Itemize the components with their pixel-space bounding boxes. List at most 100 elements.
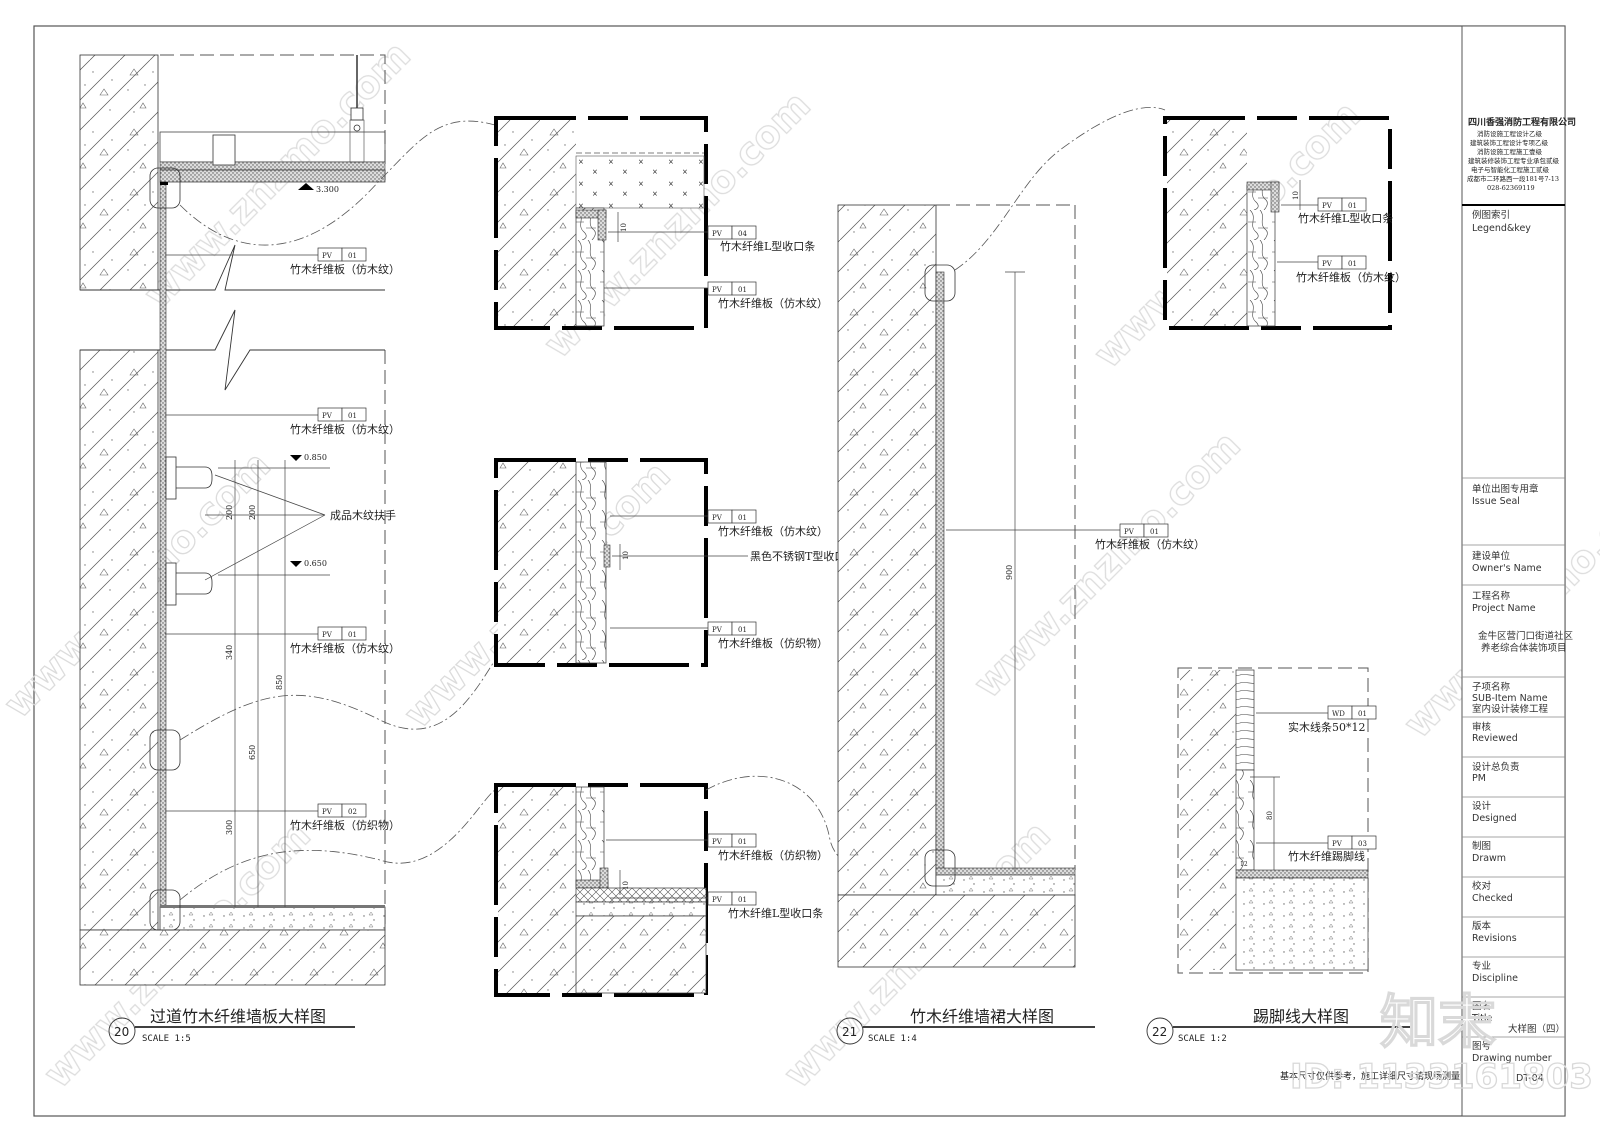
svg-text:PV: PV [712,896,723,904]
svg-text:SCALE 1:5: SCALE 1:5 [142,1034,191,1044]
svg-text:竹木纤维板（仿木纹）: 竹木纤维板（仿木纹） [718,296,828,310]
svg-text:PV: PV [712,286,723,294]
qualification-lines: 消防设施工程设计乙级 建筑装饰工程设计专项乙级 消防设施工程施工壹级 建筑装修装… [1467,129,1560,192]
detail-title-22: 22 踢脚线大样图 SCALE 1:2 [1146,1007,1410,1045]
svg-text:Designed: Designed [1472,813,1517,824]
svg-text:竹木纤维L型收口条: 竹木纤维L型收口条 [728,906,823,920]
svg-text:消防设施工程施工壹级: 消防设施工程施工壹级 [1477,147,1543,156]
svg-text:版本: 版本 [1472,920,1492,932]
svg-text:PV: PV [712,838,723,846]
svg-text:PV: PV [712,514,723,522]
svg-text:竹木纤维板（仿木纹）: 竹木纤维板（仿木纹） [1296,270,1406,284]
title-block: 四川香强消防工程有限公司 消防设施工程设计乙级 建筑装饰工程设计专项乙级 消防设… [1461,25,1576,1117]
svg-text:01: 01 [1348,202,1357,210]
dim-850: 850 [275,675,284,690]
svg-text:竹木纤维板（仿木纹）: 竹木纤维板（仿木纹） [290,641,400,655]
dim-650: 650 [248,745,257,760]
svg-text:专业: 专业 [1472,960,1491,972]
drawing-title: 大样图（四） [1508,1023,1565,1035]
svg-text:Reviewed: Reviewed [1472,733,1518,744]
dim-900: 900 [1005,565,1014,580]
svg-text:竹木纤维板（仿木纹）: 竹木纤维板（仿木纹） [290,422,400,436]
tag-pv01: PV 01 竹木纤维板（仿木纹） [290,247,400,276]
svg-text:Revisions: Revisions [1472,933,1517,944]
svg-text:竹木纤维板（仿织物）: 竹木纤维板（仿织物） [290,818,400,832]
svg-text:20: 20 [114,1025,129,1039]
svg-text:01: 01 [738,514,747,522]
svg-text:01: 01 [348,412,357,420]
cad-drawing-sheet: × × www.znzmo.com www.znzmo.com www.znzm… [0,25,1600,1117]
dim-200: 200 [248,505,257,520]
svg-text:21: 21 [842,1025,857,1039]
svg-text:03: 03 [1358,840,1367,848]
svg-text:工程名称: 工程名称 [1472,590,1511,602]
svg-text:竹木纤维板（仿木纹）: 竹木纤维板（仿木纹） [290,262,400,276]
svg-text:实木线条50*12: 实木线条50*12 [1288,720,1366,734]
tag-pv01: PV 01 竹木纤维板（仿木纹） [290,626,400,655]
svg-text:消防设施工程设计乙级: 消防设施工程设计乙级 [1477,129,1543,138]
svg-text:PV: PV [1124,528,1135,536]
svg-text:校对: 校对 [1472,880,1492,892]
svg-text:028-62369119: 028-62369119 [1487,184,1535,192]
handrail-label: 成品木纹扶手 [330,508,396,522]
enlarged-detail-middle: 10 PV 01 竹木纤维板（仿木纹） 黑色不锈钢T型收口条 PV 01 竹木纤… [494,458,856,667]
dim-200: 200 [225,505,234,520]
svg-text:Checked: Checked [1472,893,1513,904]
svg-text:PV: PV [1322,202,1333,210]
svg-text:Issue Seal: Issue Seal [1472,496,1520,507]
svg-text:单位出图专用章: 单位出图专用章 [1472,483,1539,495]
svg-text:建筑装饰工程设计专项乙级: 建筑装饰工程设计专项乙级 [1470,138,1549,147]
svg-text:制图: 制图 [1472,840,1491,852]
svg-text:01: 01 [738,626,747,634]
dim-340: 340 [225,645,234,660]
svg-text:子项名称: 子项名称 [1472,681,1511,693]
svg-text:设计: 设计 [1472,800,1492,812]
ceiling-level: 3.300 [316,185,339,194]
svg-text:竹木纤维L型收口条: 竹木纤维L型收口条 [720,239,815,253]
svg-text:Owner's Name: Owner's Name [1472,563,1542,574]
svg-text:例图索引: 例图索引 [1472,209,1510,221]
id-watermark: ID: 1133161803 [1290,1057,1593,1097]
company-name: 四川香强消防工程有限公司 [1468,116,1576,128]
svg-text:01: 01 [738,286,747,294]
project-name-line1: 金牛区营门口街道社区 [1478,630,1574,642]
svg-text:01: 01 [1150,528,1159,536]
svg-text:竹木纤维板（仿木纹）: 竹木纤维板（仿木纹） [718,524,828,538]
svg-text:Legend&key: Legend&key [1472,223,1531,234]
svg-text:01: 01 [738,896,747,904]
dim-300: 300 [225,820,234,835]
svg-text:10: 10 [620,223,628,232]
svg-text:PV: PV [322,252,333,260]
brand-watermark: 知末 [1380,988,1496,1056]
svg-text:04: 04 [738,230,747,238]
svg-text:02: 02 [348,808,357,816]
dim-12: 12 [1240,861,1248,868]
svg-text:审核: 审核 [1472,721,1492,733]
svg-text:10: 10 [622,551,630,560]
svg-text:电子与智能化工程施工贰级: 电子与智能化工程施工贰级 [1471,165,1550,174]
svg-text:过道竹木纤维墙板大样图: 过道竹木纤维墙板大样图 [150,1007,326,1026]
handrail-bottom-level: 0.650 [304,559,327,568]
svg-text:PV: PV [322,808,333,816]
handrail-top-level: 0.850 [304,453,327,462]
svg-text:PV: PV [322,412,333,420]
svg-text:10: 10 [622,881,630,890]
svg-text:设计总负责: 设计总负责 [1472,761,1520,773]
svg-text:Project Name: Project Name [1472,603,1536,614]
svg-text:SCALE 1:2: SCALE 1:2 [1178,1034,1227,1044]
svg-text:竹木纤维墙裙大样图: 竹木纤维墙裙大样图 [910,1007,1054,1026]
svg-text:01: 01 [1358,710,1367,718]
svg-text:01: 01 [1348,260,1357,268]
tag-pv02: PV 02 竹木纤维板（仿织物） [290,803,400,832]
svg-text:竹木纤维踢脚线: 竹木纤维踢脚线 [1288,849,1365,863]
svg-text:PV: PV [1332,840,1343,848]
svg-text:01: 01 [348,252,357,260]
svg-text:PV: PV [712,626,723,634]
svg-text:竹木纤维板（仿织物）: 竹木纤维板（仿织物） [718,848,828,862]
project-name-line2: 养老综合体装饰项目 [1481,642,1567,654]
svg-text:01: 01 [738,838,747,846]
svg-text:PV: PV [322,631,333,639]
svg-text:SCALE 1:4: SCALE 1:4 [868,1034,917,1044]
svg-text:PV: PV [1322,260,1333,268]
svg-text:WD: WD [1332,710,1345,718]
